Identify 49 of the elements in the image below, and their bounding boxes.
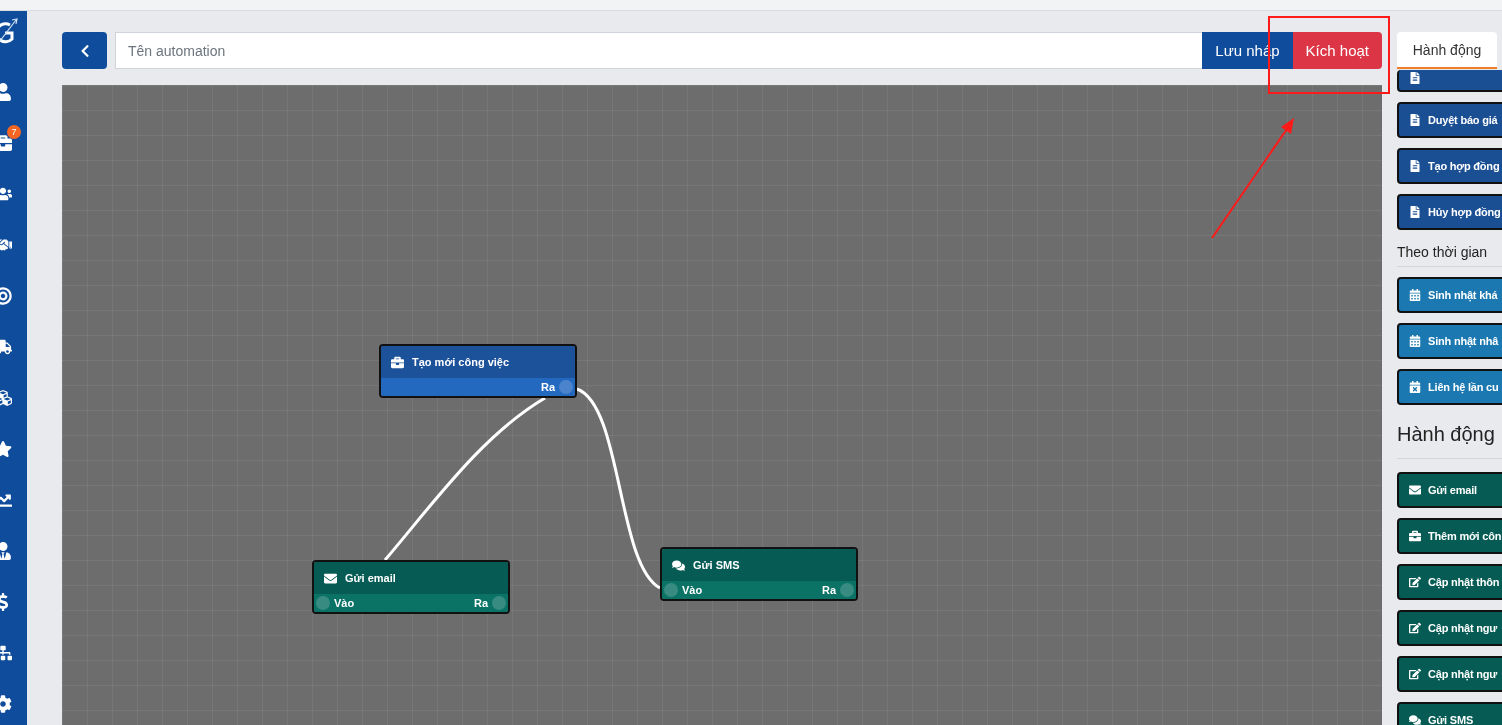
envelope-icon [324,571,337,585]
chat-bubbles-icon [672,558,685,572]
section-heading: Hành động [1397,415,1502,459]
palette-item[interactable]: Liên hệ lần cu [1397,369,1502,405]
panel-tab[interactable]: Hành động [1397,32,1497,69]
briefcase-icon [1409,530,1421,542]
calendar-icon [1409,335,1421,347]
input-label: Vào [682,584,703,596]
activate-button[interactable]: Kích hoạt [1292,32,1382,69]
input-port[interactable] [316,596,330,610]
edit-icon [1409,576,1421,588]
envelope-icon [1409,484,1421,496]
palette-item[interactable]: Gửi email [1397,472,1502,508]
node-title: Gửi email [345,572,396,584]
document-icon [1409,206,1421,218]
palette-item[interactable]: Sinh nhật khá [1397,277,1502,313]
palette-item[interactable]: Tạo hợp đồng [1397,148,1502,184]
briefcase-icon [391,355,404,369]
node-title: Gửi SMS [693,559,740,571]
document-icon [1409,114,1421,126]
input-port[interactable] [664,583,678,597]
workflow-node[interactable]: Gửi email Vào Ra [312,560,510,614]
palette-item[interactable]: Hủy hợp đồng [1397,194,1502,230]
edit-icon [1409,668,1421,680]
palette-item[interactable]: Duyệt báo giá [1397,102,1502,138]
edit-icon [1409,622,1421,634]
palette-item[interactable]: Cập nhật ngư [1397,656,1502,692]
palette-item[interactable] [1397,70,1502,92]
workflow-node[interactable]: Tạo mới công việc Ra [379,344,577,398]
palette-item[interactable]: Thêm mới côn [1397,518,1502,554]
back-button[interactable] [62,32,107,69]
palette-item[interactable]: Cập nhật thôn [1397,564,1502,600]
output-label: Ra [473,597,488,609]
notification-badge: 7 [7,125,21,139]
palette-item[interactable]: Cập nhật ngư [1397,610,1502,646]
input-label: Vào [334,597,355,609]
document-icon [1409,72,1421,84]
document-icon [1409,160,1421,172]
node-title: Tạo mới công việc [412,356,510,368]
calendar-icon [1409,289,1421,301]
automation-name-field[interactable]: Tên automation [115,32,1203,69]
output-label: Ra [821,584,836,596]
calendar-x-icon [1409,381,1421,393]
chat-bubbles-icon [1409,714,1421,725]
palette-item[interactable]: Sinh nhật nhâ [1397,323,1502,359]
section-heading: Theo thời gian [1397,240,1502,267]
workflow-node[interactable]: Gửi SMS Vào Ra [660,547,858,601]
output-label: Ra [540,381,555,393]
palette-item[interactable]: Gửi SMS [1397,702,1502,725]
